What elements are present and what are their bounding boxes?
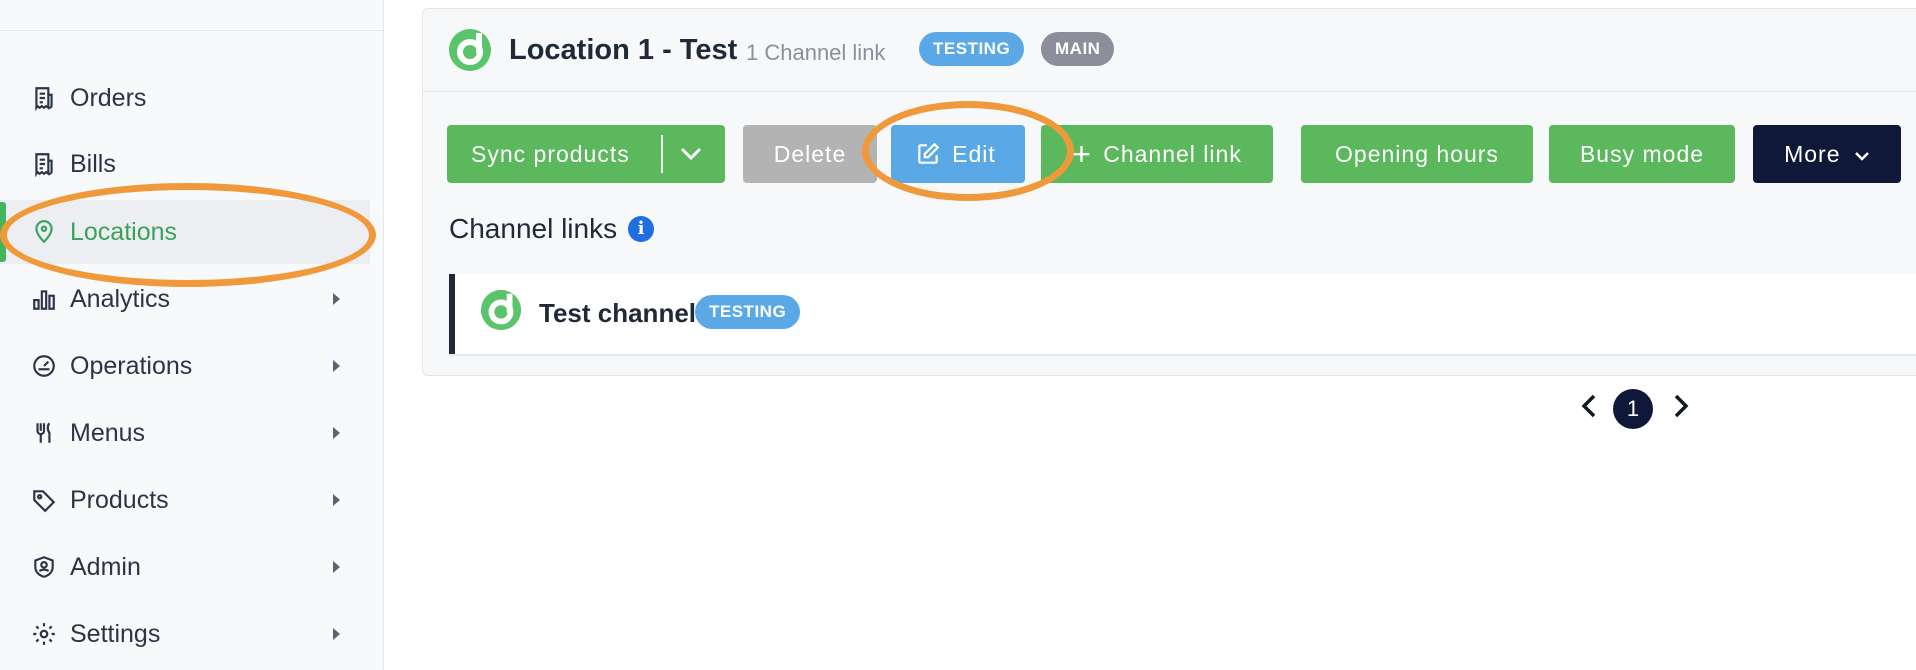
chevron-right-icon <box>333 293 340 305</box>
receipt-icon <box>30 84 58 112</box>
info-icon[interactable]: i <box>628 216 654 242</box>
sidebar-item-label: Settings <box>70 619 161 648</box>
sidebar: Orders Bills Locations Analytics Operati… <box>0 0 384 670</box>
gear-icon <box>30 620 58 648</box>
more-label: More <box>1784 141 1841 167</box>
edit-button[interactable]: Edit <box>891 125 1025 183</box>
opening-hours-label: Opening hours <box>1335 141 1499 167</box>
chevron-right-icon[interactable] <box>1662 388 1698 424</box>
sidebar-item-admin[interactable]: Admin <box>0 535 370 599</box>
gauge-icon <box>30 352 58 380</box>
sidebar-item-products[interactable]: Products <box>0 468 370 532</box>
chevron-right-icon <box>333 628 340 640</box>
busy-mode-label: Busy mode <box>1579 141 1705 167</box>
location-title: Location 1 - Test <box>509 34 738 66</box>
chevron-right-icon <box>333 494 340 506</box>
sidebar-item-label: Menus <box>70 418 146 447</box>
opening-hours-button[interactable]: Opening hours <box>1301 125 1533 183</box>
sidebar-item-menus[interactable]: Menus <box>0 401 370 465</box>
location-card: Location 1 - Test 1 Channel link TESTING… <box>422 8 1916 376</box>
sidebar-item-label: Analytics <box>70 284 171 313</box>
channel-name: Test channel <box>539 298 697 328</box>
plus-icon: + <box>1072 136 1092 172</box>
sidebar-item-settings[interactable]: Settings <box>0 602 370 666</box>
fork-knife-icon <box>30 419 58 447</box>
status-badge-testing: TESTING <box>919 32 1025 66</box>
sidebar-divider <box>0 30 383 31</box>
location-header: Location 1 - Test 1 Channel link TESTING… <box>423 9 1916 92</box>
pagination-current-page[interactable]: 1 <box>1613 389 1653 429</box>
delete-label: Delete <box>773 141 847 167</box>
channel-links-heading: Channel links <box>449 213 618 244</box>
sidebar-item-bills[interactable]: Bills <box>0 132 370 196</box>
chevron-down-icon <box>1855 152 1869 161</box>
busy-mode-button[interactable]: Busy mode <box>1549 125 1735 183</box>
chevron-right-icon <box>333 360 340 372</box>
sidebar-item-label: Products <box>70 485 169 514</box>
chevron-left-icon[interactable] <box>1572 388 1608 424</box>
chevron-right-icon <box>333 561 340 573</box>
sidebar-item-label: Orders <box>70 83 147 112</box>
channel-link-row[interactable]: Test channel TESTING <box>449 274 1916 354</box>
brand-logo-icon <box>449 29 491 71</box>
sync-products-button[interactable]: Sync products <box>447 125 725 183</box>
chevron-right-icon <box>333 427 340 439</box>
sidebar-item-analytics[interactable]: Analytics <box>0 267 370 331</box>
shield-user-icon <box>30 553 58 581</box>
button-divider <box>661 135 663 173</box>
sync-products-label: Sync products <box>471 141 630 167</box>
status-badge-main: MAIN <box>1041 32 1115 66</box>
add-channel-link-button[interactable]: + Channel link <box>1041 125 1273 183</box>
sidebar-item-label: Operations <box>70 351 193 380</box>
bar-chart-icon <box>30 285 58 313</box>
sidebar-item-operations[interactable]: Operations <box>0 334 370 398</box>
more-button[interactable]: More <box>1753 125 1901 183</box>
edit-icon <box>918 142 940 164</box>
brand-logo-icon <box>480 289 522 331</box>
status-badge-testing: TESTING <box>695 295 801 329</box>
sidebar-item-label: Bills <box>70 149 116 178</box>
map-pin-icon <box>30 218 58 246</box>
sidebar-item-label: Locations <box>70 217 178 246</box>
sidebar-item-orders[interactable]: Orders <box>0 66 370 130</box>
delete-button[interactable]: Delete <box>743 125 877 183</box>
sidebar-item-label: Admin <box>70 552 141 581</box>
channel-link-label: Channel link <box>1103 141 1242 167</box>
sidebar-item-locations[interactable]: Locations <box>0 200 370 264</box>
channel-link-count: 1 Channel link <box>746 40 886 65</box>
tag-icon <box>30 486 58 514</box>
chevron-down-icon[interactable] <box>679 143 703 165</box>
receipt-icon <box>30 150 58 178</box>
